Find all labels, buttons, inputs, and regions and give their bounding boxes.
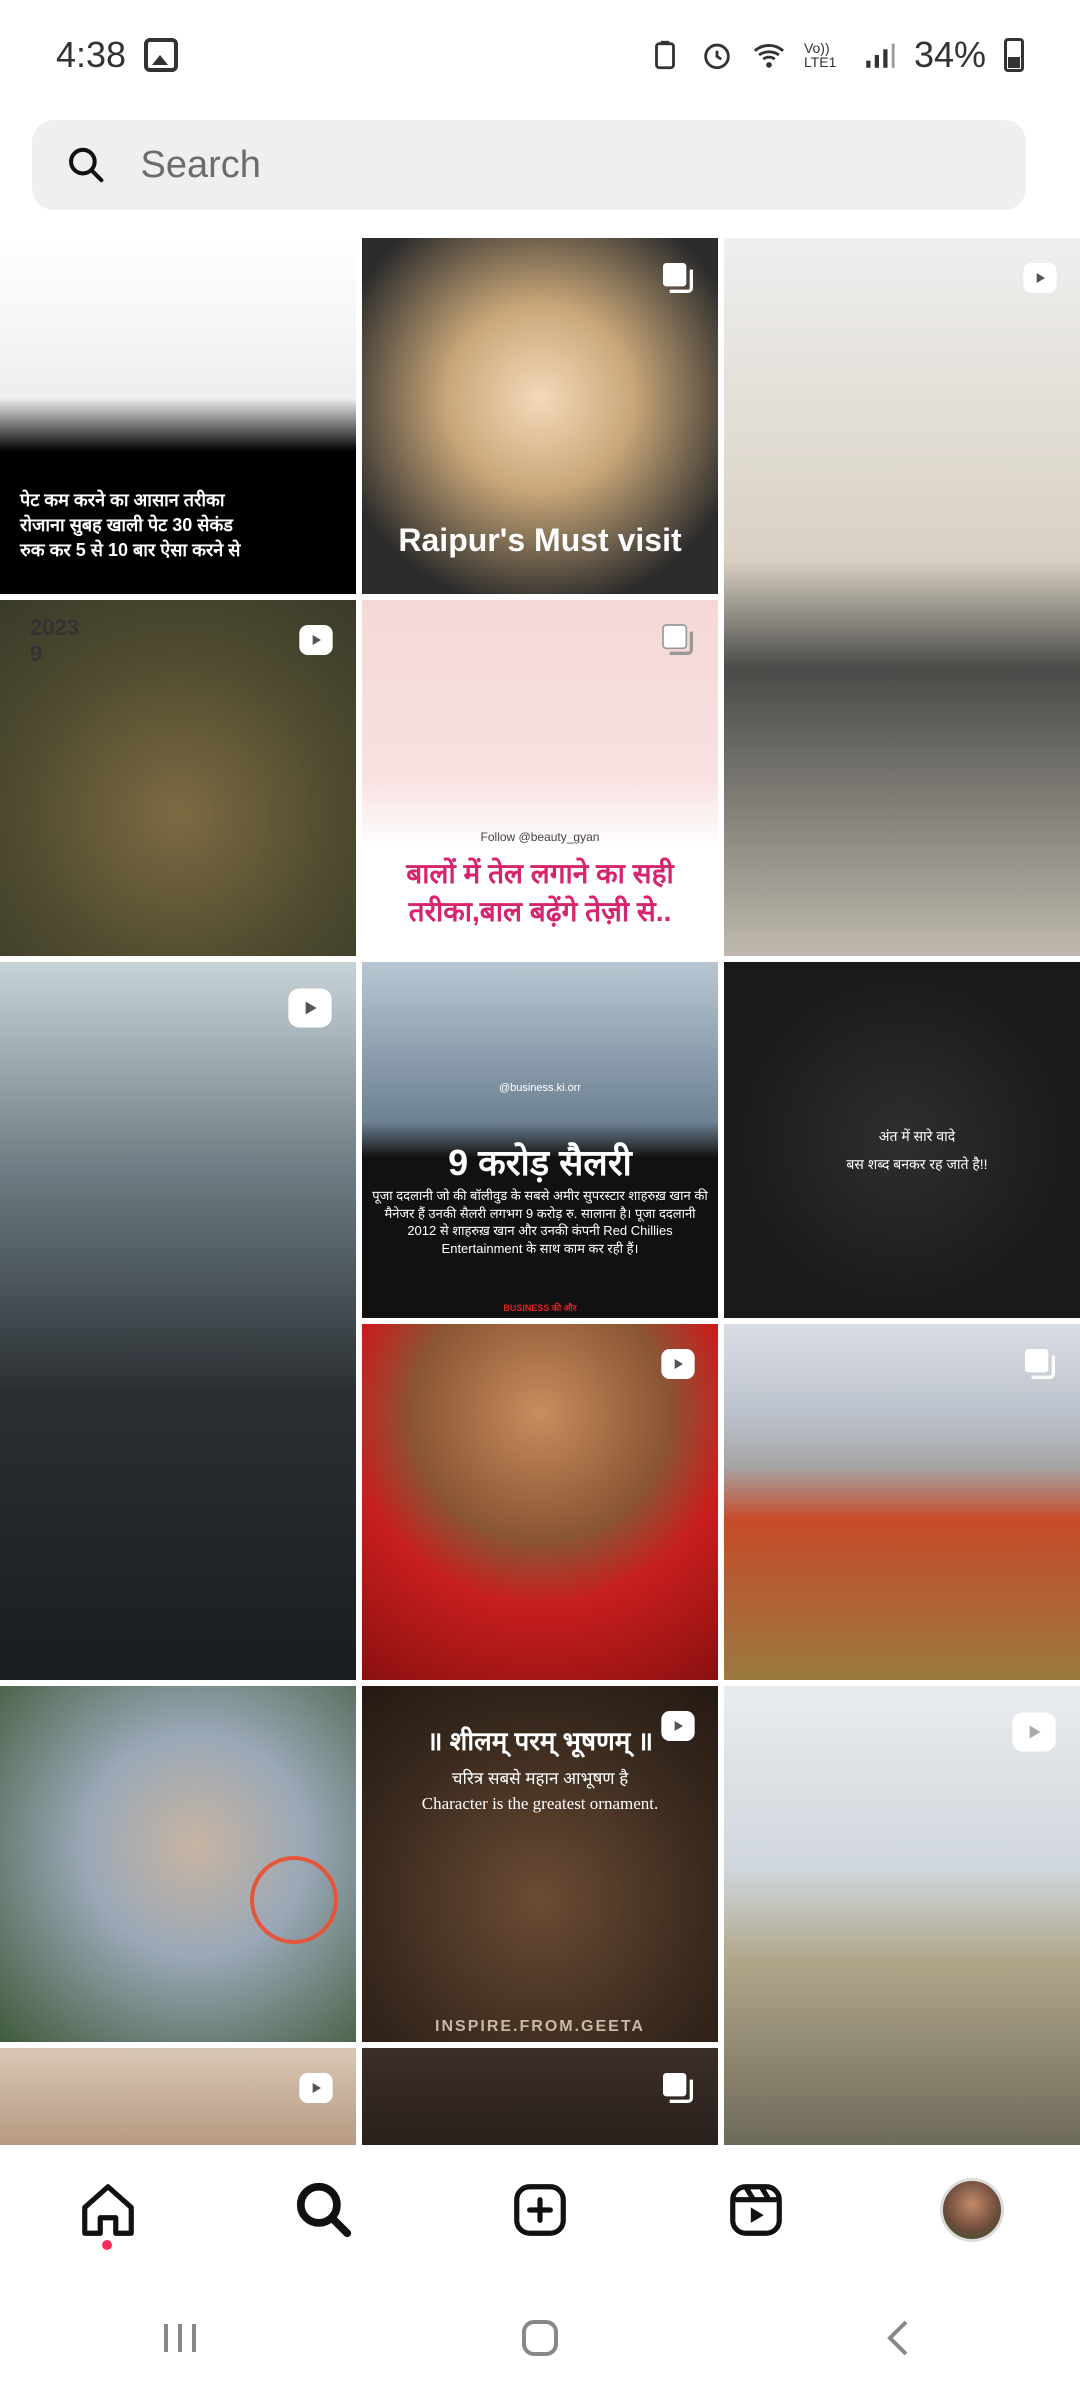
tile-overlay-text: 2023 9 bbox=[30, 615, 79, 666]
home-square-icon bbox=[522, 2319, 558, 2356]
tile-body: पूजा ददलानी जो की बॉलीवुड के सबसे अमीर स… bbox=[372, 1188, 708, 1256]
signal-icon bbox=[866, 43, 895, 68]
reel-icon bbox=[288, 988, 332, 1028]
clock: 4:38 bbox=[56, 34, 127, 75]
nav-create[interactable] bbox=[500, 2170, 580, 2250]
explore-grid: पेट कम करने का आसान तरीका रोजाना सुबह खा… bbox=[0, 238, 1080, 2145]
grid-tile[interactable] bbox=[724, 1686, 1080, 2145]
battery-percent: 34% bbox=[913, 34, 986, 75]
carousel-icon bbox=[663, 2073, 693, 2103]
tile-headline: 9 करोड़ सैलरी bbox=[448, 1142, 632, 1183]
notification-dot bbox=[102, 2240, 112, 2250]
tile-overlay-text: बालों में तेल लगाने का सही तरीका,बाल बढ़… bbox=[406, 858, 674, 927]
grid-tile[interactable]: ॥ शीलम् परम् भूषणम् ॥ चरित्र सबसे महान आ… bbox=[362, 1686, 718, 2042]
tile-highlight-ring bbox=[250, 1856, 338, 1944]
status-right: Vo)) LTE1 34% bbox=[648, 34, 1024, 76]
home-system-button[interactable] bbox=[510, 2308, 570, 2368]
grid-tile[interactable] bbox=[724, 238, 1080, 956]
tile-heading: ॥ शीलम् परम् भूषणम् ॥ bbox=[426, 1726, 654, 1756]
tile-handle: @business.ki.orr bbox=[498, 1082, 582, 1094]
search-icon bbox=[296, 2182, 352, 2238]
tile-text-line: अंत में सारे वादे bbox=[878, 1128, 956, 1144]
reel-icon bbox=[299, 2073, 333, 2103]
tile-text-line: रोजाना सुबह खाली पेट 30 सेकंड bbox=[20, 515, 233, 536]
tile-credit-text: Follow @beauty_gyan bbox=[480, 830, 600, 844]
grid-tile[interactable]: अंत में सारे वादे बस शब्द बनकर रह जाते ह… bbox=[724, 962, 1080, 1318]
tile-text-line: बस शब्द बनकर रह जाते है!! bbox=[846, 1156, 988, 1172]
tile-english-text: Character is the greatest ornament. bbox=[421, 1794, 659, 1813]
back-chevron-icon bbox=[887, 2320, 908, 2355]
carousel-icon bbox=[1025, 1349, 1055, 1379]
reel-icon bbox=[1012, 1712, 1056, 1752]
grid-tile[interactable] bbox=[362, 1324, 718, 1680]
create-post-icon bbox=[514, 2184, 566, 2236]
profile-avatar bbox=[940, 2178, 1004, 2242]
grid-tile[interactable]: Follow @beauty_gyan बालों में तेल लगाने … bbox=[362, 600, 718, 956]
nav-profile[interactable] bbox=[932, 2170, 1012, 2250]
tile-overlay-text: Raipur's Must visit bbox=[398, 522, 682, 558]
grid-tile[interactable] bbox=[362, 2048, 718, 2145]
nav-home[interactable] bbox=[68, 2170, 148, 2250]
nav-reels[interactable] bbox=[716, 2170, 796, 2250]
battery-icon bbox=[1004, 38, 1024, 72]
reels-icon bbox=[730, 2184, 782, 2236]
recent-apps-button[interactable] bbox=[150, 2308, 210, 2368]
home-icon bbox=[82, 2184, 134, 2236]
grid-tile[interactable] bbox=[0, 962, 356, 1680]
system-nav-bar bbox=[0, 2275, 1080, 2400]
grid-tile[interactable] bbox=[0, 1686, 356, 2042]
search-input[interactable] bbox=[140, 143, 992, 187]
status-bar: 4:38 Vo)) LTE1 34% bbox=[0, 0, 1080, 110]
tile-text-line: पेट कम करने का आसान तरीका bbox=[20, 490, 225, 510]
status-left: 4:38 bbox=[56, 34, 179, 76]
volte-label: Vo)) LTE1 bbox=[803, 40, 837, 70]
reel-icon bbox=[299, 625, 333, 655]
battery-saver-icon bbox=[655, 40, 675, 70]
reel-icon bbox=[661, 1349, 695, 1379]
grid-tile[interactable]: Raipur's Must visit bbox=[362, 238, 718, 594]
grid-tile[interactable]: @business.ki.orr 9 करोड़ सैलरी पूजा ददला… bbox=[362, 962, 718, 1318]
alarm-icon bbox=[704, 43, 730, 70]
grid-tile[interactable] bbox=[724, 1324, 1080, 1680]
recent-apps-icon bbox=[164, 2323, 196, 2352]
grid-tile[interactable]: पेट कम करने का आसान तरीका रोजाना सुबह खा… bbox=[0, 238, 356, 594]
grid-tile[interactable] bbox=[0, 2048, 356, 2145]
tile-footer: BUSINESS की और bbox=[503, 1303, 577, 1313]
tile-text-line: रुक कर 5 से 10 बार ऐसा करने से bbox=[20, 540, 241, 561]
grid-tile[interactable]: 2023 9 bbox=[0, 600, 356, 956]
bottom-nav bbox=[0, 2145, 1080, 2275]
carousel-icon bbox=[663, 263, 693, 293]
nav-search[interactable] bbox=[284, 2170, 364, 2250]
tile-subheading: चरित्र सबसे महान आभूषण है bbox=[451, 1769, 629, 1788]
reel-icon bbox=[1023, 263, 1057, 293]
gallery-notification-icon bbox=[144, 38, 179, 72]
carousel-icon bbox=[662, 624, 693, 655]
search-icon bbox=[69, 147, 104, 183]
wifi-icon bbox=[753, 44, 785, 68]
search-bar[interactable] bbox=[32, 120, 1026, 210]
back-button[interactable] bbox=[870, 2308, 930, 2368]
tile-footer: INSPIRE.FROM.GEETA bbox=[435, 2018, 645, 2035]
